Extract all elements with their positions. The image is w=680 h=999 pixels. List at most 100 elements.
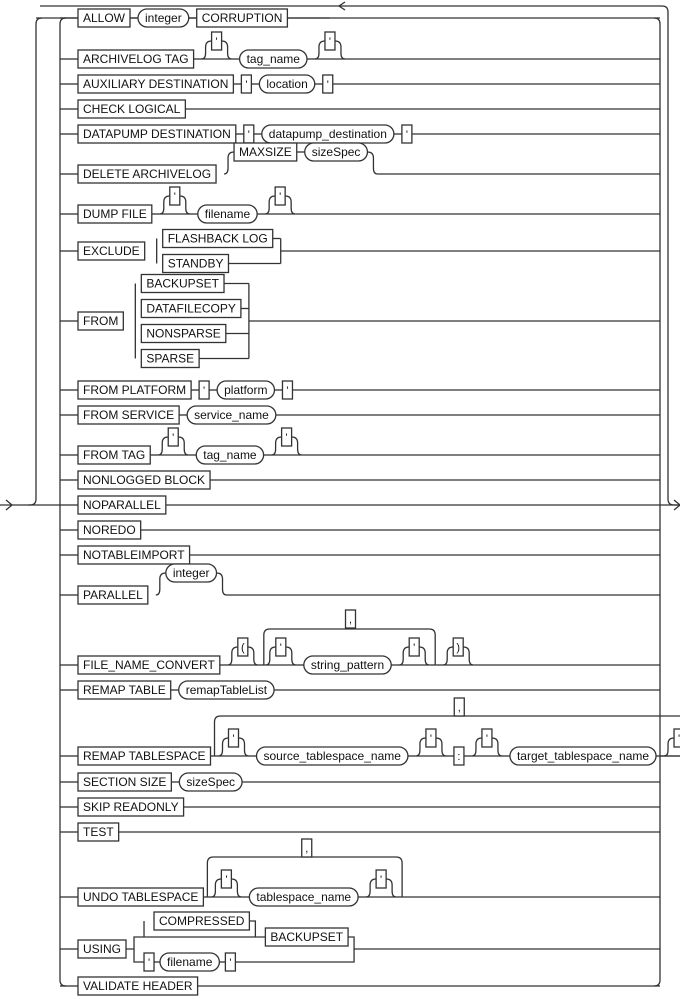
quote-token: ' [227,728,240,748]
quote-token-label: ' [380,874,382,886]
noparallel-keyword: NOPARALLEL [77,495,167,515]
auxiliary-destination-keyword: AUXILIARY DESTINATION [77,74,235,94]
nonlogged-block-keyword: NONLOGGED BLOCK [77,470,211,490]
using-keyword: USING [77,939,127,959]
section-size-keyword: SECTION SIZE [77,772,172,792]
quote-token: ' [210,31,223,51]
tag-name-param-label: tag_name [247,52,301,66]
platform-param-label: platform [224,383,267,397]
datafilecopy-choice-label: DATAFILECOPY [146,302,236,316]
auxiliary-destination-keyword-label: AUXILIARY DESTINATION [83,77,228,91]
skip-readonly-keyword-label: SKIP READONLY [83,800,179,814]
test-keyword: TEST [77,822,120,842]
quote-keyword: ' [240,74,253,94]
datapump-destination-param: datapump_destination [261,124,395,144]
quote-keyword-label: ' [406,129,408,141]
archivelog-tag-keyword-label: ARCHIVELOG TAG [83,52,189,66]
quote-token: ' [220,869,233,889]
quote-token: ' [169,186,181,206]
flashback-log-choice-label: FLASHBACK LOG [168,232,268,246]
datapump-destination-keyword-label: DATAPUMP DESTINATION [83,127,231,141]
backupset-choice-label: BACKUPSET [146,277,219,291]
quote-token-label: ' [486,733,488,745]
entry-line [0,17,43,506]
quote-token: ' [274,186,286,206]
location-param-label: location [266,77,307,91]
filename-param-label: filename [205,207,251,221]
maxsize-optional-label: MAXSIZE [239,145,292,159]
from-keyword: FROM [77,311,124,331]
string-pattern-param-label: string_pattern [311,658,384,672]
quote-token: ' [275,637,287,657]
quote-keyword: ' [401,124,413,144]
diagram-rows: ALLOW integer CORRUPTION ARCHIVELOG TAG ' tag… [60,8,680,996]
datapump-destination-param-label: datapump_destination [269,127,387,141]
corruption-keyword-label: CORRUPTION [202,11,283,25]
quote-token-label: ' [216,36,218,48]
remap-table-keyword: REMAP TABLE [77,680,172,700]
from-keyword-label: FROM [83,314,118,328]
filename-alt: filename [159,952,221,972]
quote-keyword: ' [322,74,334,94]
dump-file-keyword-label: DUMP FILE [83,207,147,221]
quote-alt-label: ' [148,957,150,969]
noredo-keyword-label: NOREDO [83,523,136,537]
service-name-param-label: service_name [194,408,269,422]
quote-keyword-label: ' [327,79,329,91]
quote-alt: ' [143,952,155,972]
sizespec-optional-label: sizeSpec [312,145,361,159]
from-tag-keyword-label: FROM TAG [83,448,145,462]
exclude-keyword: EXCLUDE [77,241,146,261]
quote-token-label: ( [241,642,245,654]
datafilecopy-choice: DATAFILECOPY [140,298,242,319]
allow-keyword-label: ALLOW [83,11,126,25]
quote-token-label: ' [280,642,282,654]
comma-separator: , [301,838,313,858]
quote-token: ' [280,427,293,447]
quote-token: ' [408,637,420,657]
tablespace-name-param: tablespace_name [248,887,359,907]
corruption-keyword: CORRUPTION [196,8,289,28]
tag-name-param-label: tag_name [203,448,257,462]
railroad-diagram: VALIDATE HEADER ALLOW integer CORRUPTION AR… [0,1,680,996]
quote-token-label: ' [279,191,281,203]
file-name-convert-keyword-label: FILE_NAME_CONVERT [83,658,215,672]
comma-separator: , [344,609,357,629]
section-size-keyword-label: SECTION SIZE [83,775,166,789]
remap-table-keyword-label: REMAP TABLE [83,683,166,697]
sparse-choice: SPARSE [140,348,200,369]
noredo-keyword: NOREDO [77,520,142,540]
comma-separator-label: , [458,702,461,714]
choice-rail-left [59,17,67,987]
quote-keyword: ' [281,380,294,400]
remap-tablespace-keyword-label: REMAP TABLESPACE [83,749,206,763]
tag-name-param: tag_name [195,445,265,465]
integer-optional: integer [165,563,218,583]
filename-alt-label: filename [167,955,213,969]
backupset-choice: BACKUPSET [140,273,225,294]
tablespace-name-param-label: tablespace_name [256,890,351,904]
target-tablespace-name-param-label: target_tablespace_name [517,749,649,763]
quote-keyword-label: ' [286,385,288,397]
quote-alt-label: ' [229,957,231,969]
quote-token-label: ' [225,874,227,886]
check-logical-keyword-label: CHECK LOGICAL [83,102,181,116]
validate-header-keyword-label: VALIDATE HEADER [83,979,193,993]
quote-token-label: ' [174,191,176,203]
target-tablespace-name-param: target_tablespace_name [509,746,657,766]
quote-token-label: ) [456,642,460,654]
nonsparse-choice-label: NONSPARSE [146,327,220,341]
remap-tablespace-keyword: REMAP TABLESPACE [77,746,212,766]
from-platform-keyword-label: FROM PLATFORM [83,383,186,397]
test-keyword-label: TEST [83,825,114,839]
quote-token: ' [167,427,179,447]
archivelog-tag-keyword: ARCHIVELOG TAG [77,49,195,69]
quote-keyword: ' [198,380,210,400]
nonsparse-choice: NONSPARSE [140,323,227,344]
check-logical-keyword: CHECK LOGICAL [77,99,187,119]
compressed-option: COMPRESSED [153,911,251,931]
allow-keyword: ALLOW [77,8,131,28]
nonlogged-block-keyword-label: NONLOGGED BLOCK [83,473,205,487]
integer-param-label: integer [145,11,182,25]
quote-token: ) [452,637,464,657]
